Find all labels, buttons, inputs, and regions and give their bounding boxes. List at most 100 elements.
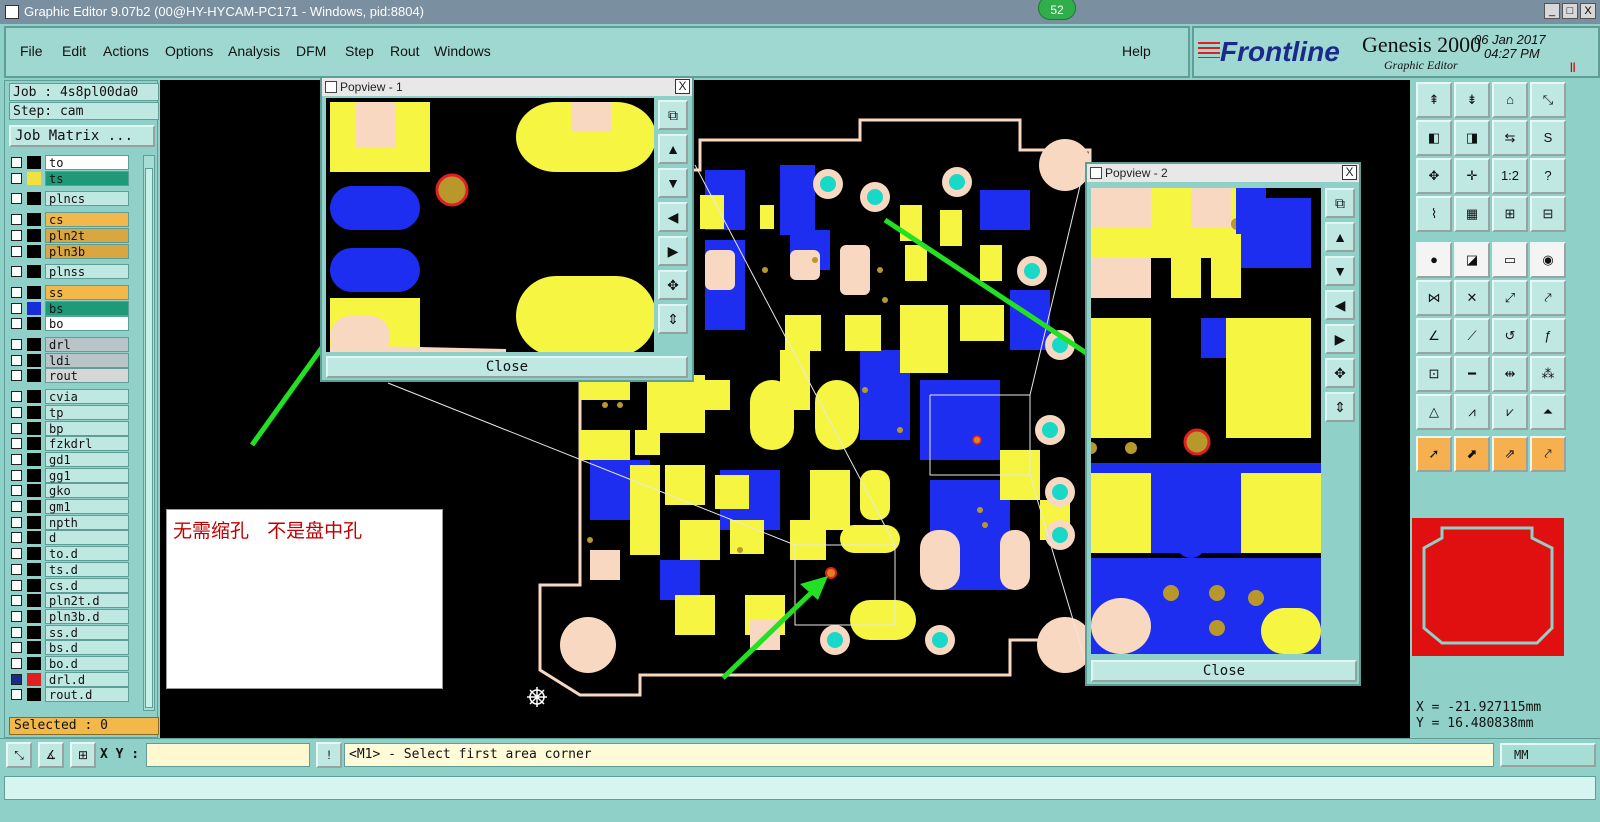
measure-icon[interactable]: ⌇ (1416, 196, 1452, 232)
layer-name[interactable]: ts.d (45, 561, 129, 577)
layer-row[interactable]: pln3b.d (9, 608, 129, 624)
line-icon[interactable]: ━ (1454, 356, 1490, 392)
layer-checkbox[interactable] (11, 302, 22, 314)
layer-checkbox[interactable] (11, 157, 22, 168)
layer-color-swatch[interactable] (27, 625, 41, 639)
layer-checkbox[interactable] (11, 245, 22, 257)
layer-color-swatch[interactable] (27, 301, 41, 315)
layer-name[interactable]: drl.d (45, 671, 129, 687)
pointer-outline-icon[interactable]: ⇗ (1492, 436, 1528, 472)
zoom-center-icon[interactable]: ✛ (1454, 158, 1490, 194)
layer-checkbox[interactable] (11, 214, 22, 226)
draw-segment-icon[interactable]: ⟋ (1454, 318, 1490, 354)
layer-name[interactable]: to (45, 155, 129, 170)
popview-1-titlebar[interactable]: Popview - 1 X (322, 78, 692, 96)
zoom-fit-icon[interactable]: ✥ (1325, 358, 1355, 388)
layer-row[interactable]: ldi (9, 352, 129, 368)
pan-up-icon[interactable]: ▲ (1325, 222, 1355, 252)
menu-windows[interactable]: Windows (434, 43, 491, 59)
layer-name[interactable]: ts (45, 170, 129, 186)
layer-name[interactable]: pln2t.d (45, 593, 129, 609)
layer-row[interactable]: npth (9, 514, 129, 530)
pan-left-icon[interactable]: ◧ (1416, 120, 1452, 156)
layer-row[interactable]: bp (9, 420, 129, 436)
menu-rout[interactable]: Rout (390, 43, 420, 59)
zoom-out-icon[interactable]: ⇕ (1325, 392, 1355, 422)
layer-row[interactable]: d (9, 530, 129, 546)
popview-2-view[interactable] (1091, 188, 1321, 654)
layer-name[interactable]: ldi (45, 352, 129, 368)
layer-checkbox[interactable] (11, 626, 22, 638)
pan-left-icon[interactable]: ◀ (1325, 290, 1355, 320)
layer-row[interactable]: gm1 (9, 499, 129, 514)
layer-row[interactable]: cs.d (9, 577, 129, 593)
layer-color-swatch[interactable] (27, 265, 41, 279)
layer-checkbox[interactable] (11, 485, 22, 497)
layer-color-swatch[interactable] (27, 578, 41, 592)
layer-color-swatch[interactable] (27, 213, 41, 227)
help-icon[interactable]: ? (1530, 158, 1566, 194)
layer-checkbox[interactable] (11, 532, 22, 544)
popview-1-close-icon[interactable]: X (675, 79, 690, 94)
layer-name[interactable]: pln2t (45, 227, 129, 243)
layer-row[interactable]: rout (9, 368, 129, 384)
menu-dfm[interactable]: DFM (296, 43, 326, 59)
layer-checkbox[interactable] (11, 595, 22, 607)
layer-name[interactable]: gm1 (45, 499, 129, 514)
pan-down-icon[interactable]: ▼ (1325, 256, 1355, 286)
layer-checkbox[interactable] (11, 172, 22, 184)
layer-color-swatch[interactable] (27, 484, 41, 498)
pan-down-icon[interactable]: ▼ (658, 168, 688, 198)
copy-feature-icon[interactable]: ⤤ (1530, 280, 1566, 316)
layer-checkbox[interactable] (11, 229, 22, 241)
popview-1-view[interactable] (326, 98, 654, 352)
layer-color-swatch[interactable] (27, 468, 41, 482)
menu-step[interactable]: Step (345, 43, 374, 59)
layer-color-swatch[interactable] (27, 531, 41, 545)
layer-name[interactable]: drl (45, 337, 129, 352)
popview-2-close-button[interactable]: Close (1091, 660, 1357, 682)
angle-mode-icon[interactable]: ∡ (38, 742, 64, 768)
layer-color-swatch[interactable] (27, 285, 41, 299)
layer-color-swatch[interactable] (27, 437, 41, 451)
layer-checkbox[interactable] (11, 406, 22, 418)
layer-name[interactable]: cvia (45, 389, 129, 405)
layer-color-swatch[interactable] (27, 338, 41, 351)
layer-row[interactable]: drl.d (9, 671, 129, 687)
arc-icon[interactable]: △ (1416, 394, 1452, 430)
layer-row[interactable]: cs (9, 212, 129, 228)
move-feature-icon[interactable]: ⤢ (1492, 280, 1528, 316)
ruler-icon[interactable]: ▭ (1492, 242, 1528, 278)
layer-color-swatch[interactable] (27, 421, 41, 435)
draw-line-icon[interactable]: ∠ (1416, 318, 1452, 354)
layer-color-swatch[interactable] (27, 452, 41, 466)
layer-row[interactable]: ts (9, 170, 129, 186)
info-icon[interactable]: ! (316, 742, 342, 768)
board-minimap[interactable] (1412, 518, 1564, 656)
zoom-out-icon[interactable]: ⇕ (658, 304, 688, 334)
layer-color-swatch[interactable] (27, 192, 41, 206)
connect-icon[interactable]: ⋈ (1416, 280, 1452, 316)
layer-name[interactable]: cs (45, 212, 129, 228)
close-window-button[interactable]: X (1580, 3, 1596, 19)
layer-color-swatch[interactable] (27, 171, 41, 185)
layer-checkbox[interactable] (11, 438, 22, 450)
layer-color-swatch[interactable] (27, 672, 41, 686)
layer-checkbox[interactable] (11, 339, 22, 350)
scale-1-2-icon[interactable]: 1:2 (1492, 158, 1528, 194)
layer-checkbox[interactable] (11, 610, 22, 622)
popview-2-titlebar[interactable]: Popview - 2 X (1087, 164, 1359, 182)
select-pad-icon[interactable]: ◉ (1530, 242, 1566, 278)
layer-color-swatch[interactable] (27, 369, 41, 383)
pan-right-icon[interactable]: ◨ (1454, 120, 1490, 156)
layer-list-scrollbar[interactable] (143, 155, 155, 711)
maximize-button[interactable]: □ (1562, 3, 1578, 19)
layer-checkbox[interactable] (11, 658, 22, 669)
layer-checkbox[interactable] (11, 548, 22, 560)
layer-name[interactable]: bs.d (45, 640, 129, 656)
layer-color-swatch[interactable] (27, 688, 41, 702)
pointer-net-icon[interactable]: ⤤ (1530, 436, 1566, 472)
pan-up-icon[interactable]: ▲ (658, 134, 688, 164)
layer-name[interactable]: plncs (45, 191, 129, 207)
layer-row[interactable]: gd1 (9, 451, 129, 467)
